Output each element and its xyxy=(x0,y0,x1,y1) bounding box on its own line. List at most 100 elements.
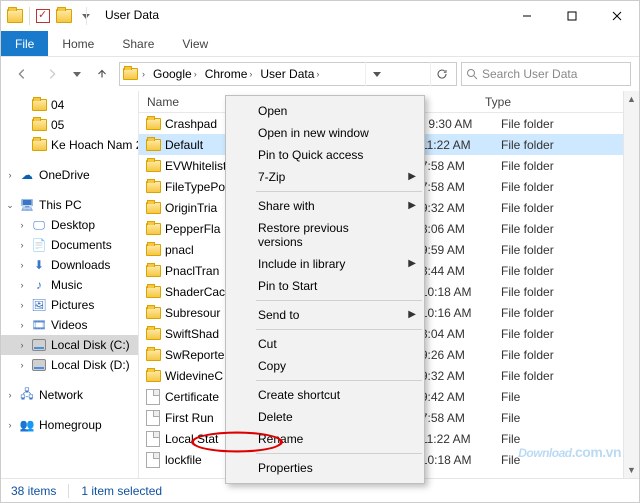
address-bar-row: › Google› Chrome› User Data› Search User… xyxy=(1,57,639,91)
address-dropdown-icon[interactable] xyxy=(365,62,389,86)
library-icon: ♪ xyxy=(31,277,47,293)
close-button[interactable] xyxy=(594,1,639,31)
context-menu-item[interactable]: Open xyxy=(226,100,424,122)
nav-folder-item[interactable]: 05 xyxy=(1,115,138,135)
context-menu-item[interactable]: Open in new window xyxy=(226,122,424,144)
tab-file[interactable]: File xyxy=(1,31,48,56)
navigation-pane[interactable]: 0405Ke Hoach Nam 2 ›☁OneDrive ⌄🖥This PC … xyxy=(1,91,139,478)
context-menu-item[interactable]: Cut xyxy=(226,333,424,355)
disk-icon xyxy=(32,339,46,351)
search-placeholder: Search User Data xyxy=(482,67,577,81)
forward-button[interactable] xyxy=(39,61,65,87)
file-icon xyxy=(146,410,160,426)
library-icon: 🖵 xyxy=(31,217,47,233)
nav-thispc-child[interactable]: ›Local Disk (D:) xyxy=(1,355,138,375)
context-menu-item[interactable]: Pin to Quick access xyxy=(226,144,424,166)
separator xyxy=(29,7,30,25)
folder-icon xyxy=(146,139,161,151)
folder-icon xyxy=(146,160,161,172)
context-menu-item[interactable]: Rename xyxy=(226,428,424,450)
recent-dropdown-icon[interactable] xyxy=(69,61,85,87)
breadcrumb[interactable]: › Google› Chrome› User Data› xyxy=(119,62,457,86)
nav-thispc-child[interactable]: ›🎞Videos xyxy=(1,315,138,335)
scroll-down-icon[interactable]: ▼ xyxy=(624,462,639,478)
app-icon[interactable] xyxy=(7,9,23,23)
folder-icon xyxy=(146,307,161,319)
new-folder-qat-icon[interactable] xyxy=(56,9,72,23)
tab-home[interactable]: Home xyxy=(48,31,108,56)
nav-thispc-child[interactable]: ›♪Music xyxy=(1,275,138,295)
folder-icon xyxy=(146,328,161,340)
nav-folder-item[interactable]: 04 xyxy=(1,95,138,115)
folder-icon xyxy=(146,244,161,256)
library-icon: 🎞 xyxy=(31,317,47,333)
nav-homegroup[interactable]: ›👥Homegroup xyxy=(1,415,138,435)
context-menu-item[interactable]: Pin to Start xyxy=(226,275,424,297)
nav-onedrive[interactable]: ›☁OneDrive xyxy=(1,165,138,185)
tab-view[interactable]: View xyxy=(168,31,222,56)
context-menu: OpenOpen in new windowPin to Quick acces… xyxy=(225,95,425,484)
scroll-up-icon[interactable]: ▲ xyxy=(624,91,639,107)
folder-icon xyxy=(32,119,47,131)
back-button[interactable] xyxy=(9,61,35,87)
context-menu-item[interactable]: Properties xyxy=(226,457,424,479)
nav-this-pc[interactable]: ⌄🖥This PC xyxy=(1,195,138,215)
library-icon: 🖼 xyxy=(31,297,47,313)
crumb-userdata[interactable]: User Data› xyxy=(256,67,323,81)
up-button[interactable] xyxy=(89,61,115,87)
quick-access-toolbar xyxy=(7,7,94,25)
search-input[interactable]: Search User Data xyxy=(461,62,631,86)
this-pc-icon: 🖥 xyxy=(19,197,35,213)
column-type[interactable]: Type xyxy=(485,95,639,109)
library-icon: ⬇ xyxy=(31,257,47,273)
context-menu-separator xyxy=(256,191,422,192)
context-menu-item[interactable]: Share with▶ xyxy=(226,195,424,217)
minimize-button[interactable] xyxy=(504,1,549,31)
context-menu-separator xyxy=(256,329,422,330)
tab-share[interactable]: Share xyxy=(108,31,168,56)
folder-icon xyxy=(32,139,47,151)
crumb-google[interactable]: Google› xyxy=(149,67,201,81)
folder-icon xyxy=(123,68,138,80)
separator xyxy=(86,7,87,25)
disk-icon xyxy=(32,359,46,371)
folder-icon xyxy=(146,223,161,235)
context-menu-item[interactable]: Send to▶ xyxy=(226,304,424,326)
nav-thispc-child[interactable]: ›📄Documents xyxy=(1,235,138,255)
context-menu-item[interactable]: Include in library▶ xyxy=(226,253,424,275)
context-menu-item[interactable]: 7-Zip▶ xyxy=(226,166,424,188)
status-items: 38 items xyxy=(11,484,56,498)
window-controls xyxy=(504,1,639,31)
separator xyxy=(68,484,69,498)
crumb-root-chevron[interactable]: › xyxy=(138,69,149,79)
folder-icon xyxy=(146,349,161,361)
nav-folder-item[interactable]: Ke Hoach Nam 2 xyxy=(1,135,138,155)
submenu-arrow-icon: ▶ xyxy=(408,309,416,320)
folder-icon xyxy=(146,265,161,277)
scrollbar-vertical[interactable]: ▲ ▼ xyxy=(623,91,639,478)
file-icon xyxy=(146,431,160,447)
nav-thispc-child[interactable]: ›🖵Desktop xyxy=(1,215,138,235)
onedrive-icon: ☁ xyxy=(19,167,35,183)
crumb-chrome[interactable]: Chrome› xyxy=(201,67,257,81)
context-menu-separator xyxy=(256,300,422,301)
refresh-button[interactable] xyxy=(430,62,454,86)
submenu-arrow-icon: ▶ xyxy=(408,200,416,211)
network-icon: 🖧 xyxy=(19,387,35,403)
nav-thispc-child[interactable]: ›⬇Downloads xyxy=(1,255,138,275)
context-menu-item[interactable]: Delete xyxy=(226,406,424,428)
search-icon xyxy=(466,68,478,80)
context-menu-item[interactable]: Copy xyxy=(226,355,424,377)
ribbon-tabs: File Home Share View xyxy=(1,31,639,57)
properties-qat-icon[interactable] xyxy=(36,9,50,23)
submenu-arrow-icon: ▶ xyxy=(408,171,416,182)
library-icon: 📄 xyxy=(31,237,47,253)
nav-thispc-child[interactable]: ›Local Disk (C:) xyxy=(1,335,138,355)
folder-icon xyxy=(146,370,161,382)
nav-network[interactable]: ›🖧Network xyxy=(1,385,138,405)
nav-thispc-child[interactable]: ›🖼Pictures xyxy=(1,295,138,315)
maximize-button[interactable] xyxy=(549,1,594,31)
context-menu-item[interactable]: Restore previous versions xyxy=(226,217,424,253)
title-bar: User Data xyxy=(1,1,639,31)
context-menu-item[interactable]: Create shortcut xyxy=(226,384,424,406)
